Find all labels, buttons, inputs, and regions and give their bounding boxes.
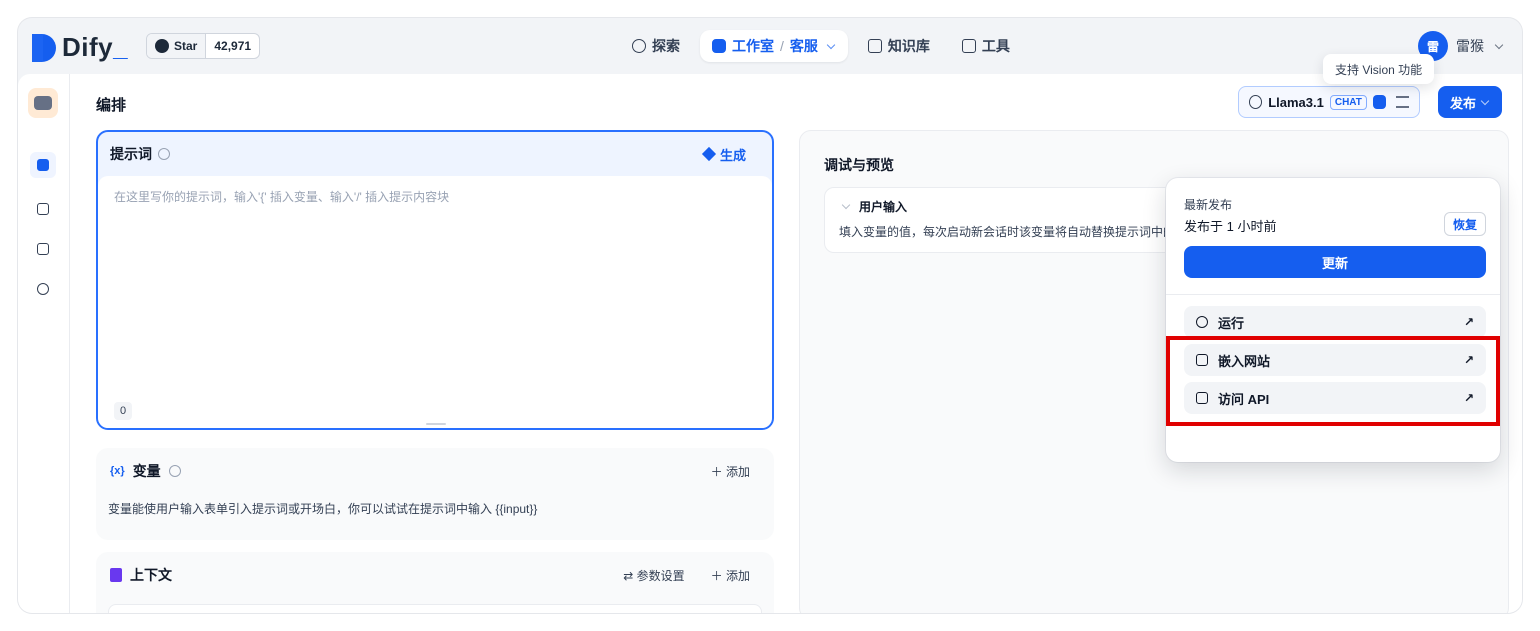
nav-explore-label: 探索 <box>652 36 680 56</box>
document-icon <box>110 568 122 582</box>
brand-underscore: _ <box>113 32 128 62</box>
help-icon[interactable] <box>158 148 170 160</box>
param-settings-button[interactable]: ⇄ 参数设置 <box>623 567 684 584</box>
divider <box>1166 294 1500 295</box>
nav-studio-label: 工作室 <box>732 36 774 56</box>
model-name: Llama3.1 <box>1268 95 1324 110</box>
add-context-button[interactable]: ＋ 添加 <box>711 567 750 584</box>
variables-title: 变量 <box>133 461 161 481</box>
main-nav: 探索 工作室 / 客服 知识库 工具 <box>620 30 1022 62</box>
user-input-title: 用户输入 <box>859 198 907 215</box>
variables-card: {x} 变量 ＋ 添加 变量能使用户输入表单引入提示词或开场白，你可以试试在提示… <box>96 448 774 540</box>
publish-label: 发布 <box>1450 93 1476 112</box>
char-count: 0 <box>114 402 132 420</box>
file-list-icon <box>37 243 49 255</box>
nav-knowledge-label: 知识库 <box>888 36 930 56</box>
nav-tools[interactable]: 工具 <box>950 30 1022 62</box>
brand-name: Dify <box>62 32 113 62</box>
sidebar-item-api[interactable] <box>30 196 56 222</box>
model-selector[interactable]: Llama3.1 CHAT <box>1238 86 1420 118</box>
settings-sliders-icon[interactable] <box>1396 96 1409 108</box>
terminal-icon <box>37 203 49 215</box>
hammer-icon <box>962 39 976 53</box>
user-name: 雷猴 <box>1456 36 1484 56</box>
github-icon <box>155 39 169 53</box>
dashboard-icon <box>37 283 49 295</box>
params-label: 参数设置 <box>637 569 685 583</box>
menu-item-run[interactable]: 运行 ↗ <box>1184 306 1486 338</box>
highlight-box <box>1166 336 1500 426</box>
generate-button[interactable]: 生成 <box>704 145 746 164</box>
dify-logo[interactable]: Dify_ <box>32 32 128 63</box>
update-button[interactable]: 更新 <box>1184 246 1486 278</box>
nav-knowledge[interactable]: 知识库 <box>856 30 942 62</box>
add-variable-button[interactable]: ＋ 添加 <box>711 463 750 480</box>
nav-studio-app-label[interactable]: 客服 <box>790 36 818 56</box>
add-label: 添加 <box>726 569 750 583</box>
nav-separator: / <box>780 38 784 54</box>
star-count: 42,971 <box>206 34 259 58</box>
prompt-panel: 提示词 生成 在这里写你的提示词，输入'{' 插入变量、输入'/' 插入提示内容… <box>96 130 774 430</box>
app-window: Dify_ Star 42,971 探索 工作室 / 客服 知识库 <box>18 18 1522 613</box>
robot-icon <box>34 96 52 110</box>
play-circle-icon <box>1196 316 1208 328</box>
app-avatar[interactable] <box>28 88 58 118</box>
sidebar-item-orchestrate[interactable] <box>30 152 56 178</box>
chevron-down-icon <box>1481 96 1489 104</box>
nav-explore[interactable]: 探索 <box>620 30 692 62</box>
book-icon <box>868 39 882 53</box>
chevron-down-icon <box>827 40 835 48</box>
prompt-title: 提示词 <box>110 144 152 164</box>
help-icon[interactable] <box>169 465 181 477</box>
sidebar-item-logs[interactable] <box>30 236 56 262</box>
chevron-down-icon[interactable] <box>842 201 850 209</box>
github-star-button[interactable]: Star 42,971 <box>146 33 260 59</box>
star-label: Star <box>174 39 197 53</box>
sparkle-icon <box>702 147 716 161</box>
latest-publish-label: 最新发布 <box>1184 196 1232 213</box>
mode-tag: CHAT <box>1330 95 1367 110</box>
variables-description: 变量能使用户输入表单引入提示词或开场白，你可以试试在提示词中输入 {{input… <box>96 494 774 517</box>
prompt-editor[interactable]: 在这里写你的提示词，输入'{' 插入变量、输入'/' 插入提示内容块 0 <box>98 176 772 428</box>
restore-button[interactable]: 恢复 <box>1444 212 1486 236</box>
llama-icon <box>1249 95 1262 109</box>
nav-studio[interactable]: 工作室 / 客服 <box>700 30 848 62</box>
top-navbar: Dify_ Star 42,971 探索 工作室 / 客服 知识库 <box>18 18 1522 74</box>
context-list <box>108 604 762 613</box>
publish-button[interactable]: 发布 <box>1438 86 1502 118</box>
sidebar-item-monitor[interactable] <box>30 276 56 302</box>
page-title: 编排 <box>96 94 126 115</box>
eye-icon <box>1373 95 1386 109</box>
debug-title: 调试与预览 <box>824 155 894 175</box>
prompt-placeholder: 在这里写你的提示词，输入'{' 插入变量、输入'/' 插入提示内容块 <box>114 188 449 205</box>
dify-logo-mark-icon <box>32 34 56 62</box>
nav-tools-label: 工具 <box>982 36 1010 56</box>
main-content: 编排 Llama3.1 CHAT 发布 提示词 生成 <box>18 74 1522 613</box>
layout-icon <box>37 159 49 171</box>
context-card: 上下文 ⇄ 参数设置 ＋ 添加 <box>96 552 774 613</box>
published-time: 发布于 1 小时前 <box>1184 216 1276 235</box>
arrow-up-right-icon: ↗ <box>1464 315 1474 329</box>
menu-item-label: 运行 <box>1218 313 1244 332</box>
add-label: 添加 <box>726 465 750 479</box>
app-sidebar <box>18 74 70 613</box>
variable-icon: {x} <box>110 465 125 477</box>
robot-icon <box>712 39 726 53</box>
generate-label: 生成 <box>720 145 746 164</box>
compass-icon <box>632 39 646 53</box>
chevron-down-icon <box>1495 40 1503 48</box>
vision-tooltip: 支持 Vision 功能 <box>1323 54 1434 84</box>
resize-handle[interactable] <box>426 423 446 425</box>
context-title: 上下文 <box>130 565 172 585</box>
